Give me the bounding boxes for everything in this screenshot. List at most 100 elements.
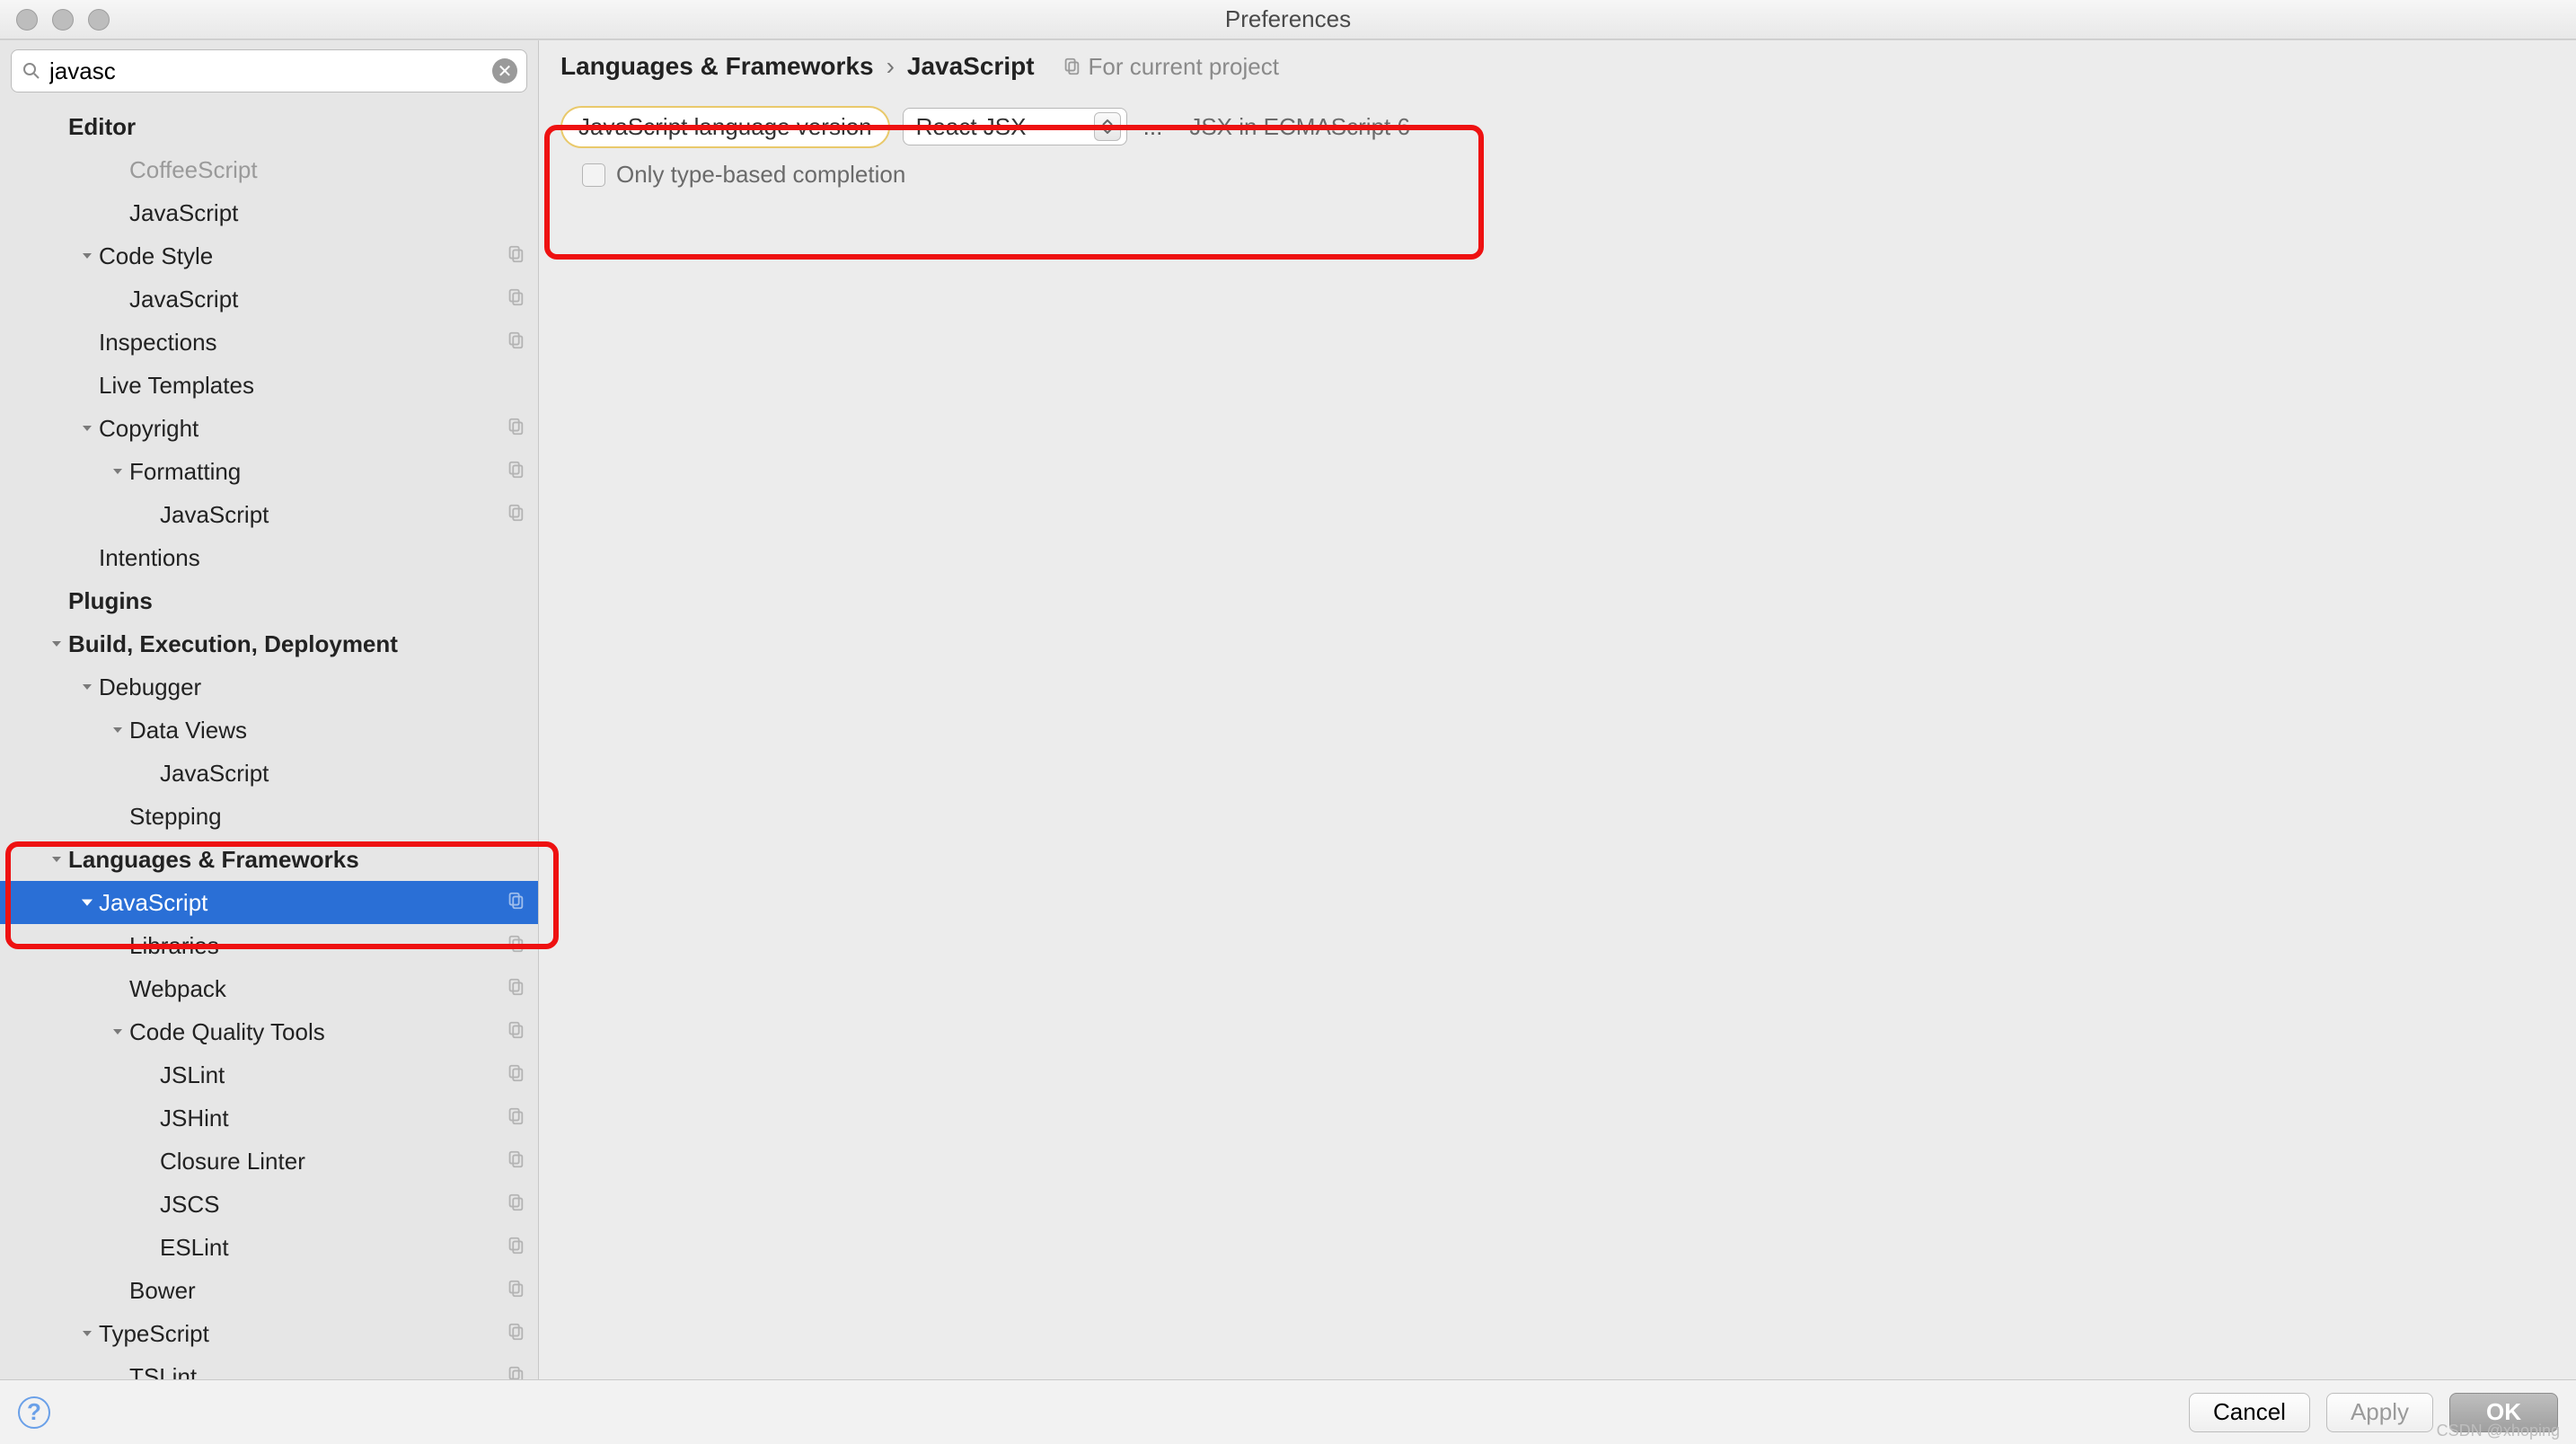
search-input-wrap[interactable]: ✕ <box>11 49 527 92</box>
tree-item-label: Closure Linter <box>160 1148 305 1175</box>
tree-item[interactable]: JavaScript <box>0 191 538 234</box>
tree-item-label: Stepping <box>129 803 222 831</box>
chevron-down-icon[interactable] <box>77 421 97 436</box>
tree-item[interactable]: Libraries <box>0 924 538 967</box>
crumb-root[interactable]: Languages & Frameworks <box>560 52 874 81</box>
apply-button[interactable]: Apply <box>2326 1393 2433 1432</box>
tree-item[interactable]: Code Style <box>0 234 538 277</box>
window-title: Preferences <box>0 5 2576 33</box>
tree-item[interactable]: Stepping <box>0 795 538 838</box>
tree-item-label: Copyright <box>99 415 198 443</box>
chevron-down-icon[interactable] <box>108 464 128 479</box>
copy-icon <box>506 1363 525 1380</box>
tree-item-label: TSLint <box>129 1363 197 1380</box>
breadcrumb-sep: › <box>887 52 895 81</box>
type-completion-checkbox[interactable] <box>582 163 605 187</box>
tree-item[interactable]: CoffeeScript <box>0 148 538 191</box>
select-value: React JSX <box>916 113 1094 141</box>
cancel-button[interactable]: Cancel <box>2189 1393 2310 1432</box>
clear-search-icon[interactable]: ✕ <box>492 58 517 84</box>
tree-item-label: JSLint <box>160 1061 225 1089</box>
chevron-down-icon[interactable] <box>77 680 97 694</box>
tree-item-label: Code Quality Tools <box>129 1018 325 1046</box>
chevron-down-icon[interactable] <box>47 852 66 867</box>
chevron-down-icon[interactable] <box>77 895 97 910</box>
tree-item-label: Intentions <box>99 544 200 572</box>
tree-item-label: Live Templates <box>99 372 254 400</box>
tree-item[interactable]: JSLint <box>0 1053 538 1096</box>
copy-icon <box>506 1148 525 1175</box>
chevron-down-icon[interactable] <box>77 1326 97 1341</box>
tree-item[interactable]: Intentions <box>0 536 538 579</box>
tree-item[interactable]: TypeScript <box>0 1312 538 1355</box>
search-icon <box>21 60 42 82</box>
tree-item-label: TypeScript <box>99 1320 209 1348</box>
footer: ? Cancel Apply OK <box>0 1379 2576 1444</box>
tree-item-label: ESLint <box>160 1234 229 1262</box>
tree-item[interactable]: Languages & Frameworks <box>0 838 538 881</box>
copy-icon <box>506 415 525 443</box>
language-version-label: JavaScript language version <box>560 106 890 148</box>
copy-icon <box>506 1191 525 1219</box>
copy-icon <box>506 1234 525 1262</box>
copy-icon <box>1062 57 1081 76</box>
tree-item[interactable]: JavaScript <box>0 493 538 536</box>
search-input[interactable] <box>42 57 492 85</box>
titlebar: Preferences <box>0 0 2576 40</box>
tree-item[interactable]: JavaScript <box>0 752 538 795</box>
more-button[interactable]: ... <box>1140 113 1167 141</box>
tree-item-label: JavaScript <box>160 760 269 788</box>
ok-button[interactable]: OK <box>2449 1393 2558 1432</box>
tree-item-label: Inspections <box>99 329 217 357</box>
language-version-select[interactable]: React JSX <box>903 108 1127 145</box>
tree-item-label: Data Views <box>129 717 247 744</box>
tree-item-label: Webpack <box>129 975 226 1003</box>
settings-tree[interactable]: EditorCoffeeScriptJavaScriptCode StyleJa… <box>0 101 538 1379</box>
tree-item-label: Debugger <box>99 674 201 701</box>
copy-icon <box>506 1061 525 1089</box>
tree-item[interactable]: Closure Linter <box>0 1140 538 1183</box>
tree-item[interactable]: Webpack <box>0 967 538 1010</box>
copy-icon <box>506 242 525 270</box>
tree-item-label: Languages & Frameworks <box>68 846 359 874</box>
copy-icon <box>506 1320 525 1348</box>
version-hint: JSX in ECMAScript 6 <box>1189 113 1410 141</box>
chevron-down-icon[interactable] <box>108 723 128 737</box>
type-completion-label: Only type-based completion <box>616 161 905 189</box>
tree-item-label: JSCS <box>160 1191 219 1219</box>
tree-item[interactable]: Editor <box>0 105 538 148</box>
chevron-down-icon[interactable] <box>77 249 97 263</box>
tree-item[interactable]: Live Templates <box>0 364 538 407</box>
tree-item[interactable]: JSHint <box>0 1096 538 1140</box>
tree-item-label: Bower <box>129 1277 196 1305</box>
select-stepper-icon[interactable] <box>1094 112 1121 141</box>
tree-item[interactable]: Formatting <box>0 450 538 493</box>
tree-item-label: CoffeeScript <box>129 156 258 184</box>
tree-item[interactable]: JavaScript <box>0 277 538 321</box>
breadcrumb: Languages & Frameworks › JavaScript For … <box>539 40 2576 92</box>
tree-item[interactable]: TSLint <box>0 1355 538 1379</box>
copy-icon <box>506 975 525 1003</box>
tree-item[interactable]: Code Quality Tools <box>0 1010 538 1053</box>
tree-item[interactable]: JSCS <box>0 1183 538 1226</box>
tree-item[interactable]: JavaScript <box>0 881 538 924</box>
tree-item[interactable]: Bower <box>0 1269 538 1312</box>
tree-item-label: Editor <box>68 113 136 141</box>
tree-item[interactable]: Inspections <box>0 321 538 364</box>
tree-item-label: Libraries <box>129 932 219 960</box>
tree-item[interactable]: Build, Execution, Deployment <box>0 622 538 665</box>
help-button[interactable]: ? <box>18 1396 50 1429</box>
tree-item-label: JSHint <box>160 1105 229 1132</box>
chevron-down-icon[interactable] <box>47 637 66 651</box>
content-panel: Languages & Frameworks › JavaScript For … <box>539 40 2576 1379</box>
tree-item-label: Plugins <box>68 587 153 615</box>
tree-item[interactable]: Debugger <box>0 665 538 709</box>
tree-item[interactable]: Copyright <box>0 407 538 450</box>
tree-item[interactable]: Data Views <box>0 709 538 752</box>
crumb-leaf[interactable]: JavaScript <box>907 52 1035 81</box>
tree-item[interactable]: ESLint <box>0 1226 538 1269</box>
copy-icon <box>506 889 525 917</box>
tree-item[interactable]: Plugins <box>0 579 538 622</box>
chevron-down-icon[interactable] <box>108 1025 128 1039</box>
tree-item-label: JavaScript <box>160 501 269 529</box>
